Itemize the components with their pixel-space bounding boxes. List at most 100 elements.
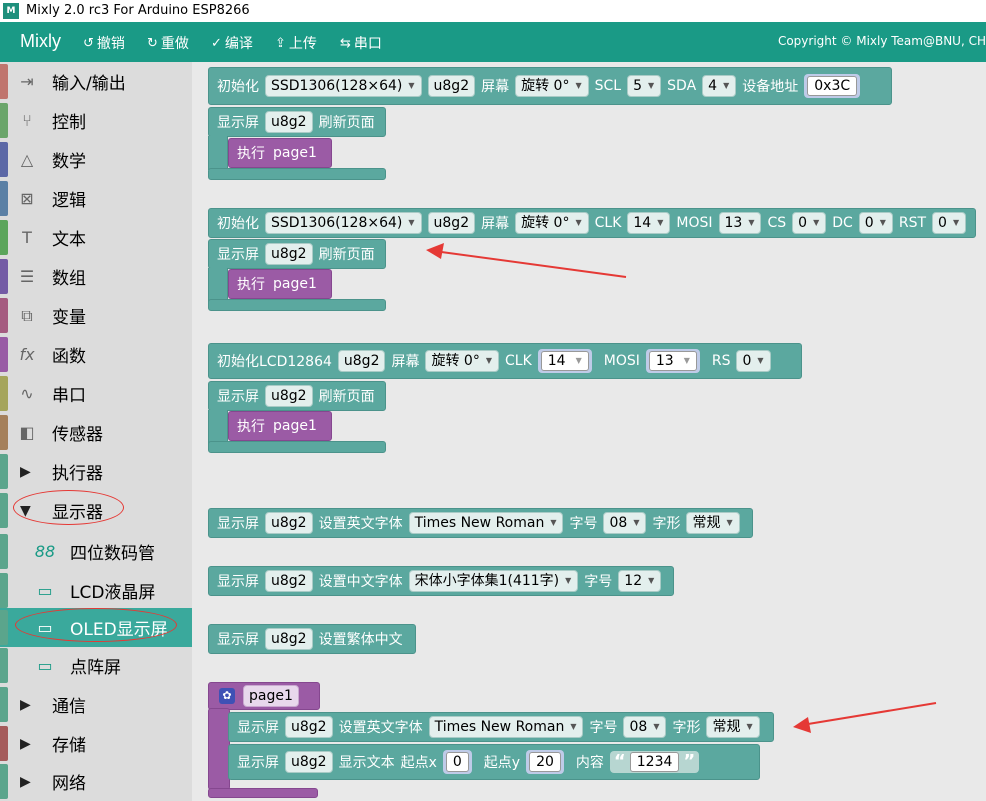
dc-dropdown[interactable]: 0 ▼: [858, 212, 893, 234]
block-label: 显示屏: [237, 720, 279, 736]
dropdown-arrow-icon: ▼: [565, 576, 572, 585]
compile-button[interactable]: ✓ 编译: [211, 33, 253, 53]
sidebar-item-lcd[interactable]: ▭ LCD液晶屏: [0, 571, 192, 610]
page-procedure-block[interactable]: ✿ page1: [208, 682, 320, 710]
scl-dropdown[interactable]: 5 ▼: [627, 75, 662, 97]
sidebar-item-array[interactable]: ☰ 数组: [0, 257, 192, 296]
sidebar-item-comm[interactable]: ▶ 通信: [0, 685, 192, 724]
mosi-dropdown[interactable]: 13 ▼: [718, 212, 762, 234]
serial-button[interactable]: ⇆ 串口: [340, 33, 382, 53]
dropdown-value: 常规: [712, 719, 741, 735]
cs-dropdown[interactable]: 0 ▼: [792, 212, 827, 234]
sidebar-item-oled[interactable]: ▭ OLED显示屏: [0, 608, 192, 647]
init-lcd12864-block[interactable]: 初始化LCD12864 u8g2 屏幕 旋转 0° ▼ CLK 14 ▼ MOSI …: [208, 343, 802, 379]
arrowhead-icon: [426, 243, 444, 259]
dropdown-value: 宋体小字体集1(411字): [414, 573, 560, 589]
sidebar-item-matrix[interactable]: ▭ 点阵屏: [0, 646, 192, 685]
refresh-page-block[interactable]: 显示屏 u8g2 刷新页面: [208, 239, 386, 269]
block-label: 显示文本: [338, 755, 395, 771]
sidebar-item-4digit[interactable]: 88 四位数码管: [0, 532, 192, 571]
rotate-dropdown[interactable]: 旋转 0° ▼: [515, 212, 589, 234]
sidebar-item-actuator[interactable]: ▶ 执行器: [0, 452, 192, 491]
undo-button[interactable]: ↺ 撤销: [83, 33, 125, 53]
sidebar-item-network[interactable]: ▶ 网络: [0, 762, 192, 801]
sidebar-item-storage[interactable]: ▶ 存储: [0, 724, 192, 763]
upload-icon: ⇪: [275, 35, 286, 51]
rotate-dropdown[interactable]: 旋转 0° ▼: [425, 350, 499, 372]
rotate-dropdown[interactable]: 旋转 0° ▼: [515, 75, 589, 97]
exec-page-block[interactable]: 执行 page1: [228, 411, 332, 441]
sidebar-item-io[interactable]: ⇥ 输入/输出: [0, 62, 192, 101]
sidebar-item-text[interactable]: T 文本: [0, 218, 192, 257]
model-dropdown[interactable]: SSD1306(128×64) ▼: [265, 75, 422, 97]
refresh-page-block[interactable]: 显示屏 u8g2 刷新页面: [208, 107, 386, 137]
gear-icon[interactable]: ✿: [219, 688, 235, 704]
show-text-block[interactable]: 显示屏 u8g2 显示文本 起点x 0 起点y 20 内容 “1234”: [228, 744, 760, 780]
dropdown-arrow-icon: ▼: [813, 218, 820, 227]
rst-dropdown[interactable]: 0 ▼: [932, 212, 967, 234]
block-stem: [208, 268, 228, 302]
sda-dropdown[interactable]: 4 ▼: [702, 75, 737, 97]
block-label: 初始化LCD12864: [217, 354, 332, 370]
init-ssd1306-spi-block[interactable]: 初始化 SSD1306(128×64) ▼ u8g2 屏幕 旋转 0° ▼ CLK …: [208, 208, 976, 238]
style-dropdown[interactable]: 常规 ▼: [706, 716, 760, 738]
u8g2-label: u8g2: [285, 716, 333, 738]
init-ssd1306-i2c-block[interactable]: 初始化 SSD1306(128×64) ▼ u8g2 屏幕 旋转 0° ▼ SCL …: [208, 67, 892, 105]
block-label: 刷新页面: [318, 115, 375, 131]
style-dropdown[interactable]: 常规 ▼: [686, 512, 740, 534]
clk-dropdown[interactable]: 14 ▼: [627, 212, 671, 234]
x-input[interactable]: 0: [442, 750, 472, 774]
model-dropdown[interactable]: SSD1306(128×64) ▼: [265, 212, 422, 234]
font-dropdown[interactable]: Times New Roman ▼: [428, 716, 584, 738]
sidebar-item-serial[interactable]: ∿ 串口: [0, 374, 192, 413]
dropdown-arrow-icon: ▼: [657, 218, 664, 227]
sidebar-item-variable[interactable]: ⧉ 变量: [0, 296, 192, 335]
sidebar-item-label: 存储: [52, 736, 86, 756]
font-dropdown[interactable]: Times New Roman ▼: [408, 512, 564, 534]
dropdown-value: 14: [633, 215, 652, 231]
address-input[interactable]: 0x3C: [804, 74, 861, 98]
block-label: RS: [711, 353, 731, 369]
block-label: 初始化: [217, 216, 259, 232]
sidebar-item-display[interactable]: ▼ 显示器: [0, 491, 192, 530]
dropdown-value: 旋转 0°: [431, 353, 480, 369]
set-chinese-font-block[interactable]: 显示屏 u8g2 设置中文字体 宋体小字体集1(411字) ▼ 字号 12 ▼: [208, 566, 674, 596]
sidebar-item-sensor[interactable]: ◧ 传感器: [0, 413, 192, 452]
block-workspace[interactable]: 初始化 SSD1306(128×64) ▼ u8g2 屏幕 旋转 0° ▼ SCL …: [192, 62, 986, 801]
exec-page-block[interactable]: 执行 page1: [228, 138, 332, 168]
upload-button[interactable]: ⇪ 上传: [275, 33, 317, 53]
y-input[interactable]: 20: [526, 750, 564, 774]
block-label: MOSI: [676, 215, 713, 231]
clk-input[interactable]: 14 ▼: [537, 349, 592, 373]
text-string-input[interactable]: “1234”: [609, 751, 700, 773]
redo-button[interactable]: ↻ 重做: [147, 33, 189, 53]
sidebar-item-logic[interactable]: ⊠ 逻辑: [0, 179, 192, 218]
block-label: 设置繁体中文: [318, 632, 403, 648]
logic-icon: ⊠: [20, 189, 34, 208]
digit-display-icon: 88: [34, 542, 56, 561]
sidebar-item-function[interactable]: fx 函数: [0, 335, 192, 374]
size-dropdown[interactable]: 08 ▼: [623, 716, 667, 738]
sidebar-item-control[interactable]: ⑂ 控制: [0, 101, 192, 140]
brand-logo[interactable]: Mixly: [20, 31, 61, 52]
set-english-font-block[interactable]: 显示屏 u8g2 设置英文字体 Times New Roman ▼ 字号 08 ▼ …: [208, 508, 753, 538]
set-english-font-block[interactable]: 显示屏 u8g2 设置英文字体 Times New Roman ▼ 字号 08 ▼ …: [228, 712, 774, 742]
page-name-field[interactable]: page1: [243, 685, 299, 707]
mosi-input[interactable]: 13 ▼: [645, 349, 700, 373]
block-label: SDA: [667, 78, 697, 94]
block-label: 起点x: [400, 755, 437, 771]
sidebar-item-math[interactable]: △ 数学: [0, 140, 192, 179]
u8g2-label: u8g2: [265, 385, 313, 407]
input-value: 13: [655, 353, 674, 369]
block-label: CLK: [505, 353, 532, 369]
list-icon: ☰: [19, 267, 35, 286]
refresh-page-block[interactable]: 显示屏 u8g2 刷新页面: [208, 381, 386, 411]
dropdown-arrow-icon: ▼: [879, 218, 886, 227]
font-dropdown[interactable]: 宋体小字体集1(411字) ▼: [408, 570, 579, 592]
exec-page-block[interactable]: 执行 page1: [228, 269, 332, 299]
rs-dropdown[interactable]: 0 ▼: [736, 350, 771, 372]
size-dropdown[interactable]: 12 ▼: [618, 570, 662, 592]
set-traditional-chinese-block[interactable]: 显示屏 u8g2 设置繁体中文: [208, 624, 416, 654]
lcd-icon: ▭: [37, 581, 53, 600]
size-dropdown[interactable]: 08 ▼: [603, 512, 647, 534]
